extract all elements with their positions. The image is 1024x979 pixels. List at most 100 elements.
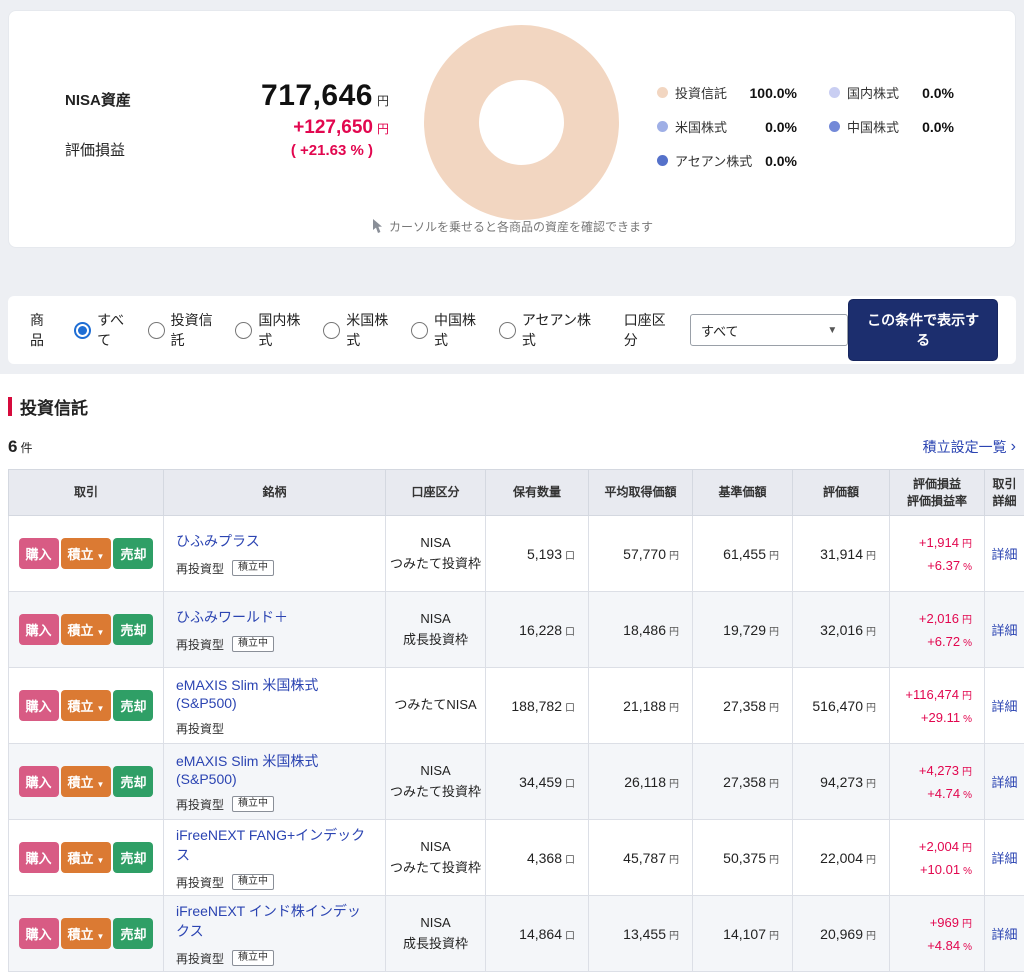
fund-table: 取引 銘柄 口座区分 保有数量 平均取得価額 基準価額 評価額 評価損益 評価損… bbox=[8, 469, 1024, 972]
legend-dot-asean bbox=[657, 155, 668, 166]
detail-link[interactable]: 詳細 bbox=[991, 623, 1017, 638]
sell-button[interactable]: 売却 bbox=[113, 766, 153, 797]
tsumitate-button[interactable]: 積立▼ bbox=[61, 538, 112, 569]
detail-cell: 詳細 bbox=[985, 820, 1024, 896]
fund-name-link[interactable]: iFreeNEXT インド株インデックス bbox=[176, 901, 373, 941]
name-cell: iFreeNEXT FANG+インデックス 再投資型 積立中 bbox=[164, 820, 386, 896]
buy-button[interactable]: 購入 bbox=[19, 766, 59, 797]
tsumitate-button[interactable]: 積立▼ bbox=[61, 690, 112, 721]
account-cell: つみたてNISA bbox=[386, 668, 486, 744]
legend-item-asean: アセアン株式 0.0% bbox=[657, 151, 797, 170]
legend-value: 0.0% bbox=[922, 85, 954, 101]
radio-circle[interactable] bbox=[499, 322, 516, 339]
radio-circle[interactable] bbox=[323, 322, 340, 339]
radio-option-us[interactable]: 米国株式 bbox=[323, 310, 396, 350]
account-cell: NISA つみたて投資枠 bbox=[386, 820, 486, 896]
radio-label: 中国株式 bbox=[434, 310, 484, 350]
pl-unit: 円 bbox=[377, 122, 389, 136]
fund-type-label: 再投資型 bbox=[176, 950, 224, 967]
pl-cell: +1,914円 +6.37% bbox=[890, 516, 985, 592]
buy-button[interactable]: 購入 bbox=[19, 690, 59, 721]
tsumitate-settings-link[interactable]: 積立設定一覧 › bbox=[923, 437, 1016, 457]
radio-option-all[interactable]: すべて bbox=[74, 310, 132, 350]
name-cell: ひふみプラス 再投資型 積立中 bbox=[164, 516, 386, 592]
dropdown-arrow-icon: ▼ bbox=[97, 704, 105, 713]
tsumitate-button[interactable]: 積立▼ bbox=[61, 918, 112, 949]
yen-unit: 円 bbox=[669, 627, 679, 638]
fund-type-label: 再投資型 bbox=[176, 560, 224, 577]
radio-option-domestic[interactable]: 国内株式 bbox=[235, 310, 308, 350]
radio-circle[interactable] bbox=[235, 322, 252, 339]
sell-button[interactable]: 売却 bbox=[113, 690, 153, 721]
base-price-cell: 19,729円 bbox=[693, 592, 793, 668]
account-cell: NISA つみたて投資枠 bbox=[386, 516, 486, 592]
tsumitate-button[interactable]: 積立▼ bbox=[61, 766, 112, 797]
quantity-unit: 口 bbox=[565, 855, 575, 866]
chart-legend: 投資信託 100.0% 国内株式 0.0% 米国株式 0.0% 中国株式 0.0… bbox=[657, 83, 954, 170]
fund-name-link[interactable]: eMAXIS Slim 米国株式(S&P500) bbox=[176, 675, 373, 711]
detail-link[interactable]: 詳細 bbox=[991, 775, 1017, 790]
sell-button[interactable]: 売却 bbox=[113, 614, 153, 645]
section-header: 投資信託 bbox=[8, 394, 1024, 419]
radio-circle[interactable] bbox=[74, 322, 91, 339]
buy-button[interactable]: 購入 bbox=[19, 842, 59, 873]
col-header-pl: 評価損益 評価損益率 bbox=[890, 470, 985, 516]
fund-name-link[interactable]: eMAXIS Slim 米国株式(S&P500) bbox=[176, 751, 373, 787]
tsumitate-button-label: 積立 bbox=[68, 699, 94, 714]
sell-button[interactable]: 売却 bbox=[113, 538, 153, 569]
legend-label: 米国株式 bbox=[675, 117, 727, 136]
sell-button[interactable]: 売却 bbox=[113, 842, 153, 873]
col-header-account: 口座区分 bbox=[386, 470, 486, 516]
radio-circle[interactable] bbox=[148, 322, 165, 339]
tsumitate-button[interactable]: 積立▼ bbox=[61, 614, 112, 645]
tsumitate-settings-link-label: 積立設定一覧 bbox=[923, 437, 1007, 457]
apply-filter-button[interactable]: この条件で表示する bbox=[848, 299, 998, 361]
col-header-base-price: 基準価額 bbox=[693, 470, 793, 516]
table-header-row: 取引 銘柄 口座区分 保有数量 平均取得価額 基準価額 評価額 評価損益 評価損… bbox=[9, 470, 1024, 516]
sell-button[interactable]: 売却 bbox=[113, 918, 153, 949]
radio-option-china[interactable]: 中国株式 bbox=[411, 310, 484, 350]
legend-label: アセアン株式 bbox=[675, 151, 752, 170]
value-cell: 516,470円 bbox=[793, 668, 890, 744]
legend-dot-funds bbox=[657, 87, 668, 98]
buy-button[interactable]: 購入 bbox=[19, 538, 59, 569]
tsumitate-button[interactable]: 積立▼ bbox=[61, 842, 112, 873]
name-cell: iFreeNEXT インド株インデックス 再投資型 積立中 bbox=[164, 896, 386, 972]
avg-price-cell: 45,787円 bbox=[589, 820, 693, 896]
nisa-summary-card: NISA資産 評価損益 717,646円 +127,650円 ( +21.63 … bbox=[8, 10, 1016, 248]
tsumitate-badge: 積立中 bbox=[232, 636, 274, 652]
fund-name-link[interactable]: ひふみワールド＋ bbox=[176, 607, 288, 627]
fund-type-label: 再投資型 bbox=[176, 636, 224, 653]
pl-rate: +4.84% bbox=[890, 938, 972, 953]
radio-label: すべて bbox=[97, 310, 132, 350]
dropdown-arrow-icon: ▼ bbox=[97, 552, 105, 561]
name-cell: eMAXIS Slim 米国株式(S&P500) 再投資型 積立中 bbox=[164, 744, 386, 820]
yen-unit: 円 bbox=[866, 855, 876, 866]
buy-button[interactable]: 購入 bbox=[19, 918, 59, 949]
pl-amount: +969円 bbox=[890, 915, 972, 930]
detail-link[interactable]: 詳細 bbox=[991, 547, 1017, 562]
result-count: 6件 bbox=[8, 437, 32, 457]
pl-label: 評価損益 bbox=[65, 139, 131, 160]
donut-chart[interactable] bbox=[424, 25, 619, 220]
pl-amount: +2,004円 bbox=[890, 839, 972, 854]
detail-link[interactable]: 詳細 bbox=[991, 699, 1017, 714]
radio-option-asean[interactable]: アセアン株式 bbox=[499, 310, 597, 350]
asset-value-row: 717,646円 bbox=[159, 79, 389, 113]
detail-link[interactable]: 詳細 bbox=[991, 851, 1017, 866]
yen-unit: 円 bbox=[769, 627, 779, 638]
fund-name-link[interactable]: iFreeNEXT FANG+インデックス bbox=[176, 825, 373, 865]
asset-label: NISA資産 bbox=[65, 89, 131, 110]
filter-bar: 商品 すべて 投資信託 国内株式 米国株式 中国株式 アセアン株式 口座区分 す… bbox=[8, 296, 1016, 364]
percent-unit: % bbox=[963, 942, 972, 953]
radio-circle[interactable] bbox=[411, 322, 428, 339]
chevron-right-icon: › bbox=[1011, 439, 1016, 455]
fund-name-link[interactable]: ひふみプラス bbox=[176, 531, 260, 551]
pl-amount: +2,016円 bbox=[890, 611, 972, 626]
yen-unit: 円 bbox=[769, 855, 779, 866]
detail-link[interactable]: 詳細 bbox=[991, 927, 1017, 942]
buy-button[interactable]: 購入 bbox=[19, 614, 59, 645]
account-select[interactable]: すべて ▼ bbox=[690, 314, 848, 346]
hover-note-text: カーソルを乗せると各商品の資産を確認できます bbox=[389, 218, 653, 235]
radio-option-funds[interactable]: 投資信託 bbox=[148, 310, 221, 350]
